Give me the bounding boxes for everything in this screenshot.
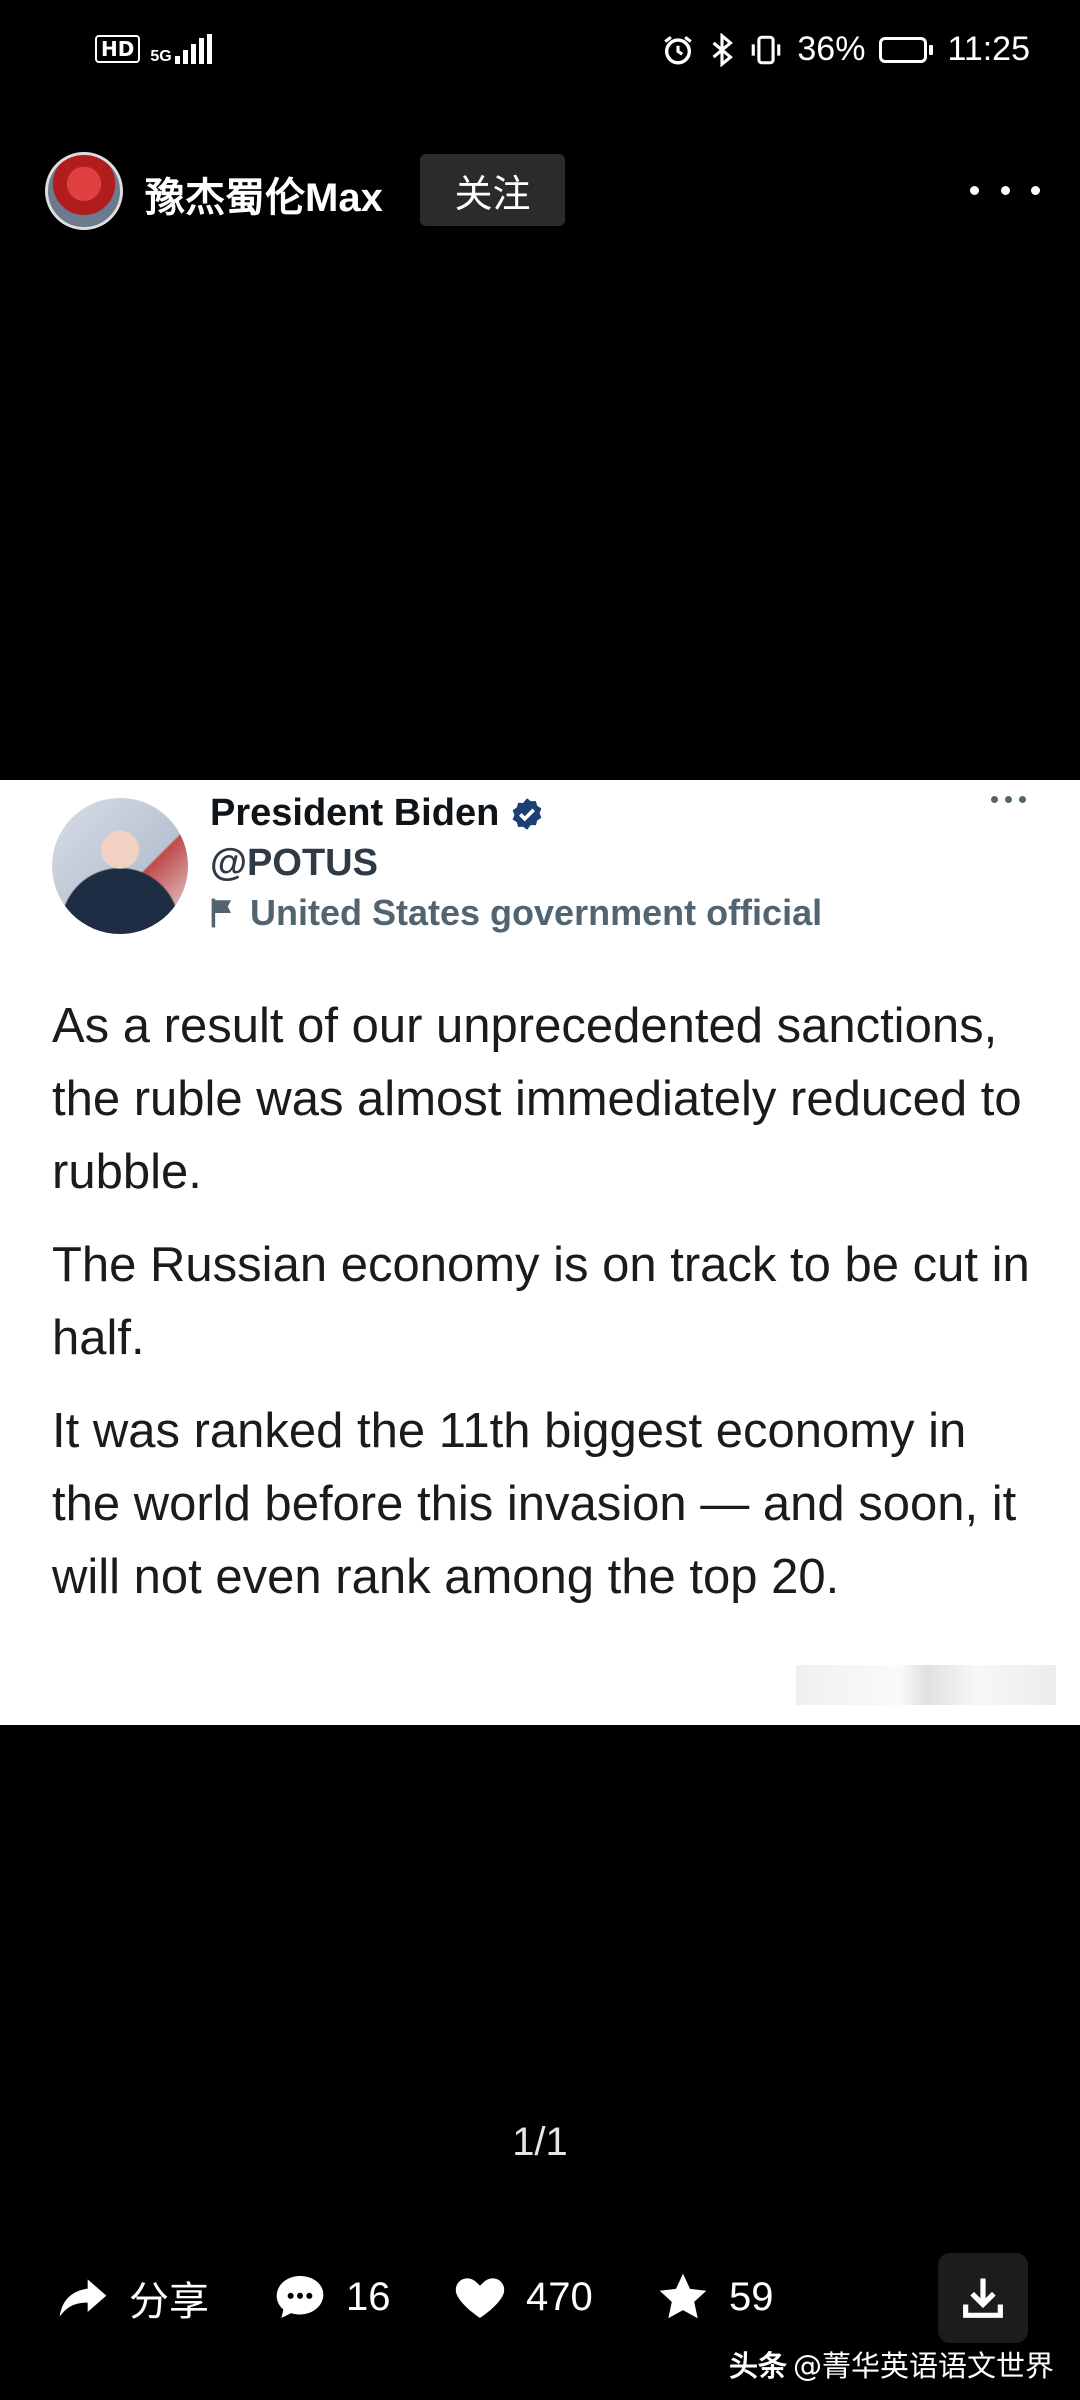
source-watermark: 头条 @菁华英语语文世界 xyxy=(729,2343,1054,2385)
comment-icon xyxy=(276,2276,324,2318)
bottom-action-bar: 分享 16 470 59 xyxy=(0,2245,1080,2355)
heart-icon xyxy=(455,2278,505,2318)
favorite-count: 59 xyxy=(729,2274,774,2319)
username[interactable]: 豫杰蜀伦Max xyxy=(145,165,383,223)
post-image[interactable]: President Biden @POTUS United States gov… xyxy=(0,780,1080,1725)
like-button[interactable]: 470 xyxy=(452,2269,593,2325)
source-app: 头条 xyxy=(728,2349,787,2383)
alarm-icon xyxy=(664,35,693,64)
clock: 11:25 xyxy=(947,30,1030,68)
government-label: United States government official xyxy=(210,892,822,934)
blurred-watermark xyxy=(796,1665,1056,1705)
comment-button[interactable]: 16 xyxy=(272,2269,391,2325)
tweet-author-name: President Biden xyxy=(210,792,500,834)
tweet-more-icon xyxy=(991,796,1026,803)
star-icon xyxy=(659,2273,707,2319)
like-count: 470 xyxy=(526,2274,593,2319)
government-label-text: United States government official xyxy=(250,892,823,933)
page-indicator: 1/1 xyxy=(512,2120,568,2164)
vibrate-icon xyxy=(752,35,781,64)
follow-button[interactable]: 关注 xyxy=(420,154,565,226)
post-header: 豫杰蜀伦Max 关注 xyxy=(0,140,1080,240)
share-label: 分享 xyxy=(129,2280,209,2324)
bluetooth-icon xyxy=(712,32,734,67)
verified-badge-icon xyxy=(512,797,542,830)
tweet-paragraph: The Russian economy is on track to be cu… xyxy=(52,1238,1030,1365)
more-options-icon[interactable] xyxy=(970,170,1040,210)
download-button[interactable] xyxy=(938,2253,1028,2343)
avatar[interactable] xyxy=(45,152,123,230)
battery-percent: 36% xyxy=(797,30,866,68)
download-icon xyxy=(963,2278,1003,2318)
comment-count: 16 xyxy=(346,2274,391,2319)
source-author: @菁华英语语文世界 xyxy=(792,2349,1054,2383)
share-button[interactable]: 分享 xyxy=(55,2269,209,2327)
network-type: 5G xyxy=(150,48,172,65)
share-icon xyxy=(59,2279,107,2317)
tweet-handle: @POTUS xyxy=(210,842,378,884)
hd-badge: HD xyxy=(95,35,141,63)
status-right: 36% 11:25 xyxy=(661,30,1030,69)
tweet-paragraph: As a result of our unprecedented sanctio… xyxy=(52,999,1022,1199)
status-left: HD 5G xyxy=(95,34,212,65)
status-bar: HD 5G 36% 11:25 xyxy=(0,0,1080,110)
tweet-text: As a result of our unprecedented sanctio… xyxy=(52,990,1032,1634)
favorite-button[interactable]: 59 xyxy=(655,2269,774,2325)
signal-icon: 5G xyxy=(150,34,212,65)
tweet-author: President Biden xyxy=(210,792,545,835)
tweet-avatar xyxy=(52,798,188,934)
tweet-paragraph: It was ranked the 11th biggest economy i… xyxy=(52,1404,1017,1604)
flag-icon xyxy=(211,898,231,928)
battery-icon xyxy=(879,36,934,63)
